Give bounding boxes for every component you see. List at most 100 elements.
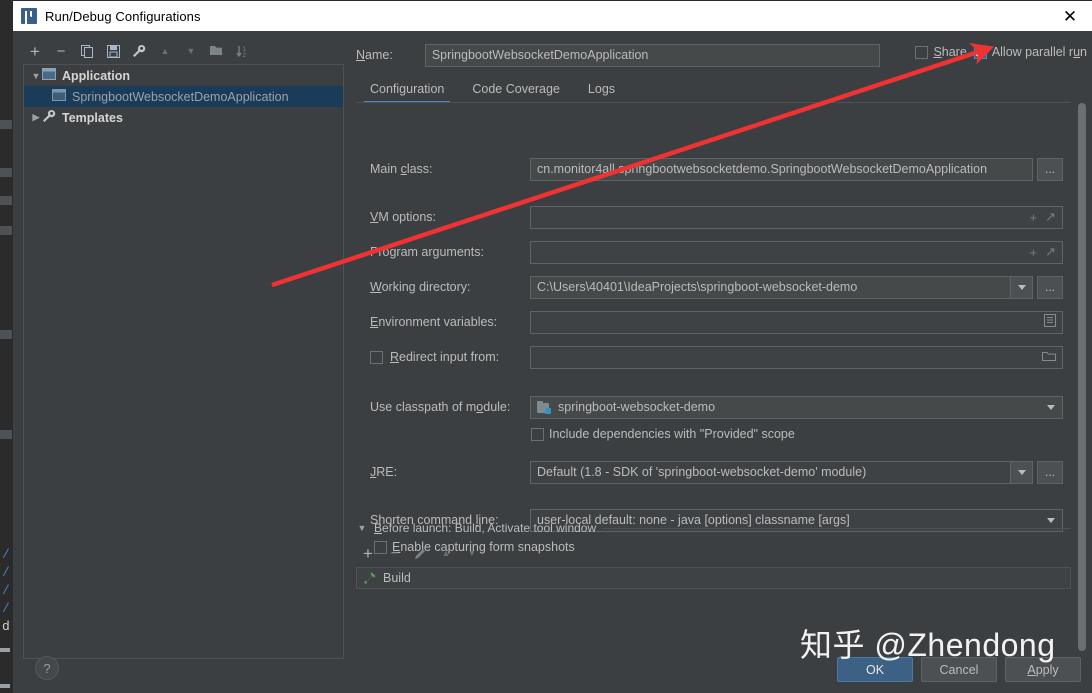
section-divider (602, 527, 1071, 529)
close-icon[interactable]: ✕ (1047, 1, 1092, 31)
chevron-down-icon[interactable] (1040, 397, 1062, 418)
main-class-label: Main class: (370, 162, 433, 176)
sort-icon[interactable]: 12 (231, 40, 255, 62)
include-provided-checkbox[interactable] (531, 427, 544, 441)
working-directory-label: Working directory: (370, 280, 471, 294)
name-label: Name: (356, 48, 393, 62)
expand-icon[interactable]: ↗ (1045, 209, 1056, 225)
save-icon[interactable] (101, 40, 125, 62)
screen: / / / / d Run/Debug Configurations ✕ + − (0, 0, 1092, 693)
before-launch-task-label: Build (383, 571, 411, 585)
environment-variables-row: Environment variables: (370, 310, 1070, 334)
application-icon (42, 68, 58, 83)
jre-browse-button[interactable]: ... (1037, 460, 1063, 484)
main-class-row: Main class: cn.monitor4all.springbootweb… (370, 157, 1070, 181)
editor-pane-scrollbar[interactable] (1077, 103, 1087, 653)
chevron-right-icon[interactable]: ▶ (30, 112, 42, 123)
intellij-idea-icon (21, 8, 37, 24)
working-directory-input[interactable]: C:\Users\40401\IdeaProjects\springboot-w… (530, 275, 1033, 299)
configuration-tabs: Configuration Code Coverage Logs (356, 75, 1092, 103)
include-provided-row: Include dependencies with "Provided" sco… (531, 427, 795, 441)
svg-text:2: 2 (243, 53, 247, 58)
folder-icon[interactable] (1042, 350, 1056, 365)
run-options-checkboxes: Share Allow parallel run (915, 45, 1087, 59)
remove-task-button[interactable]: − (382, 542, 406, 564)
copy-icon[interactable] (75, 40, 99, 62)
working-directory-browse-button[interactable]: ... (1037, 275, 1063, 299)
tree-node-label: Templates (62, 110, 123, 125)
redirect-input-field[interactable] (530, 345, 1063, 369)
plus-icon[interactable]: + (1030, 245, 1038, 260)
allow-parallel-run-checkbox[interactable] (973, 45, 987, 59)
move-task-up-button[interactable]: ▲ (434, 542, 458, 564)
tab-code-coverage[interactable]: Code Coverage (458, 78, 574, 103)
before-launch-title: Before launch: Build, Activate tool wind… (374, 521, 597, 535)
tree-node-application[interactable]: ▼ Application (24, 65, 343, 86)
chevron-down-icon[interactable] (1010, 461, 1032, 483)
main-class-browse-button[interactable]: ... (1037, 157, 1063, 181)
chevron-down-icon[interactable]: ▼ (356, 523, 368, 533)
dialog-title: Run/Debug Configurations (45, 8, 201, 24)
redirect-input-checkbox[interactable] (370, 350, 383, 364)
tab-configuration[interactable]: Configuration (356, 78, 458, 103)
use-classpath-value: springboot-websocket-demo (558, 400, 716, 414)
chevron-down-icon[interactable] (1010, 276, 1032, 298)
dialog-body: + − ▲ ▼ + 12 ▼ Application SpringbootWeb… (13, 31, 1092, 693)
jre-label: JRE: (370, 465, 398, 479)
tree-node-springboot-websocket-demo-application[interactable]: SpringbootWebsocketDemoApplication (24, 86, 343, 107)
tree-node-templates[interactable]: ▶ Templates (24, 107, 343, 128)
configuration-form: Main class: cn.monitor4all.springbootweb… (356, 109, 1071, 589)
watermark: 知乎 @Zhendong (800, 627, 1056, 663)
redirect-input-row: Redirect input from: (370, 345, 1070, 369)
program-arguments-input[interactable]: + ↗ (530, 240, 1063, 264)
share-label: Share (933, 45, 967, 59)
svg-text:+: + (219, 49, 224, 57)
add-task-button[interactable]: + (356, 542, 380, 564)
plus-icon[interactable]: + (1030, 210, 1038, 225)
tree-node-label: SpringbootWebsocketDemoApplication (72, 89, 289, 104)
jre-row: JRE: Default (1.8 - SDK of 'springboot-w… (370, 460, 1070, 484)
name-input[interactable]: SpringbootWebsocketDemoApplication (424, 43, 880, 67)
redirect-input-label: Redirect input from: (390, 350, 500, 364)
add-configuration-button[interactable]: + (23, 40, 47, 62)
tab-logs[interactable]: Logs (574, 78, 629, 103)
move-down-button[interactable]: ▼ (179, 40, 203, 62)
jre-value: Default (1.8 - SDK of 'springboot-websoc… (537, 465, 867, 479)
before-launch-task-list[interactable]: Build (356, 567, 1071, 589)
move-up-button[interactable]: ▲ (153, 40, 177, 62)
before-launch-header[interactable]: ▼ Before launch: Build, Activate tool wi… (356, 519, 1071, 537)
vm-options-label: VM options: (370, 210, 437, 224)
dialog-titlebar: Run/Debug Configurations ✕ (13, 1, 1092, 31)
vm-options-input[interactable]: + ↗ (530, 205, 1063, 229)
application-icon (52, 89, 68, 104)
use-classpath-combo[interactable]: springboot-websocket-demo (530, 395, 1063, 419)
allow-parallel-run-label: Allow parallel run (991, 45, 1087, 59)
wrench-icon[interactable] (127, 40, 151, 62)
before-launch-toolbar: + − ▲ ▼ (356, 541, 1071, 565)
expand-icon[interactable]: ↗ (1045, 244, 1056, 260)
environment-variables-input[interactable] (530, 310, 1063, 334)
working-directory-value: C:\Users\40401\IdeaProjects\springboot-w… (537, 280, 858, 294)
jre-combo[interactable]: Default (1.8 - SDK of 'springboot-websoc… (530, 460, 1033, 484)
tabs-divider (356, 102, 1071, 103)
configuration-editor-pane: Name: SpringbootWebsocketDemoApplication… (352, 31, 1092, 693)
share-checkbox[interactable] (915, 45, 929, 59)
remove-configuration-button[interactable]: − (49, 40, 73, 62)
pencil-icon[interactable] (408, 542, 432, 564)
help-button[interactable]: ? (35, 656, 59, 680)
wrench-icon (42, 109, 58, 126)
vm-options-row: VM options: + ↗ (370, 205, 1070, 229)
working-directory-row: Working directory: C:\Users\40401\IdeaPr… (370, 275, 1070, 299)
use-classpath-label: Use classpath of module: (370, 400, 511, 414)
main-class-input[interactable]: cn.monitor4all.springbootwebsocketdemo.S… (530, 157, 1033, 181)
list-editor-icon[interactable] (1044, 314, 1056, 330)
scrollbar-thumb[interactable] (1078, 103, 1086, 651)
tree-node-label: Application (62, 68, 131, 83)
move-task-down-button[interactable]: ▼ (460, 542, 484, 564)
configurations-tree[interactable]: ▼ Application SpringbootWebsocketDemoApp… (23, 64, 344, 659)
folder-add-icon[interactable]: + (205, 40, 229, 62)
chevron-down-icon[interactable]: ▼ (30, 71, 42, 81)
environment-variables-label: Environment variables: (370, 315, 498, 329)
before-launch-section: ▼ Before launch: Build, Activate tool wi… (356, 519, 1071, 589)
module-icon (537, 400, 552, 414)
